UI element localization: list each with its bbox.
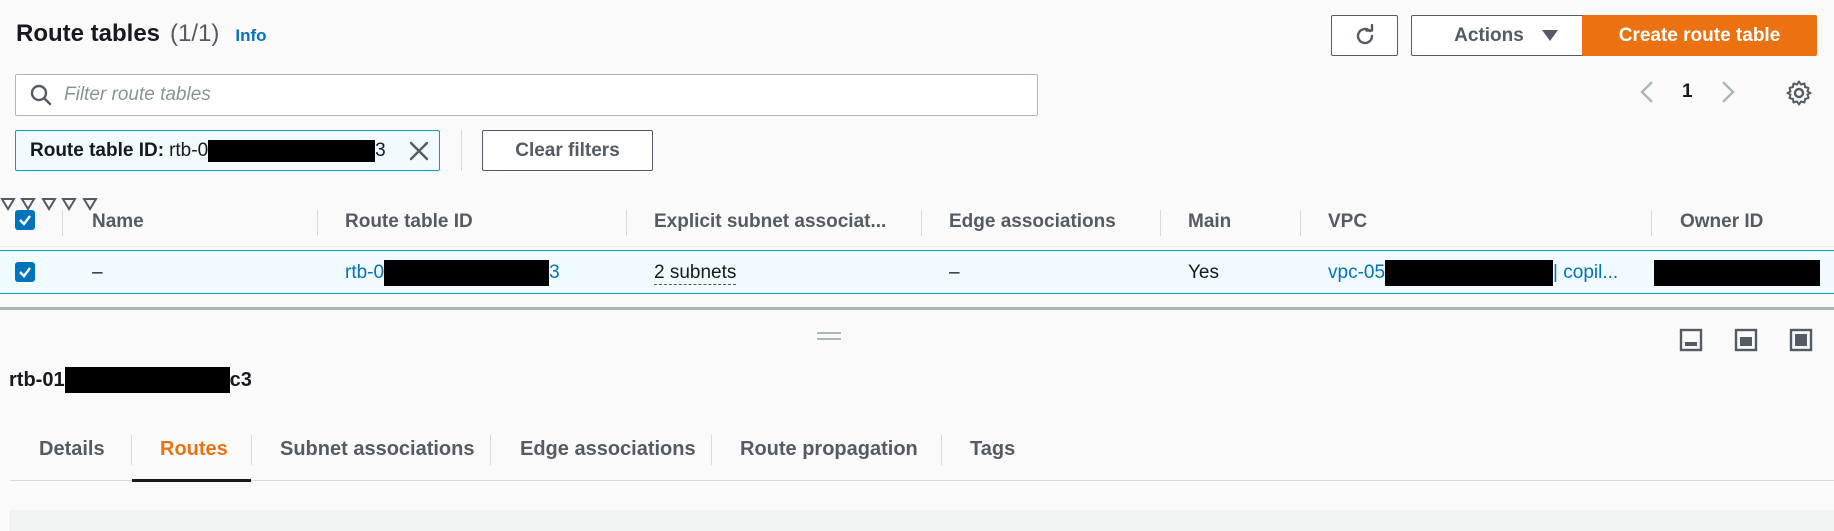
sort-icon[interactable] — [41, 197, 57, 211]
tab-tags[interactable]: Tags — [970, 417, 1015, 481]
divider — [461, 130, 462, 171]
column-divider — [317, 210, 318, 236]
redacted-block — [64, 367, 230, 393]
page-number[interactable]: 1 — [1682, 81, 1693, 103]
search-placeholder: Filter route tables — [64, 84, 211, 105]
table-row[interactable]: – rtb-0 3 2 subnets – Yes vpc-05 | copil… — [0, 250, 1834, 294]
checkmark-icon — [19, 215, 31, 226]
create-route-table-button[interactable]: Create route table — [1582, 15, 1817, 56]
row-checkbox[interactable] — [15, 262, 35, 282]
column-header-edge-associations[interactable]: Edge associations — [949, 197, 1116, 247]
tab-edge-associations[interactable]: Edge associations — [520, 417, 696, 481]
page-header: Route tables (1/1) Info — [16, 20, 267, 48]
chevron-right-icon[interactable] — [1721, 80, 1735, 104]
tab-divider — [131, 435, 132, 465]
tab-subnet-associations[interactable]: Subnet associations — [280, 417, 475, 481]
select-all-checkbox[interactable] — [15, 210, 35, 230]
cell-edge-associations: – — [949, 262, 960, 283]
close-icon[interactable] — [407, 139, 431, 163]
column-divider — [62, 210, 63, 236]
caret-down-icon — [1541, 30, 1558, 41]
panel-bottom-icon[interactable] — [1679, 328, 1703, 352]
tab-divider — [251, 435, 252, 465]
chevron-left-icon[interactable] — [1640, 80, 1654, 104]
panel-middle-icon[interactable] — [1734, 328, 1758, 352]
tab-routes[interactable]: Routes — [160, 417, 228, 481]
drag-handle-icon[interactable] — [816, 330, 842, 342]
sort-icon[interactable] — [0, 197, 16, 211]
filter-token-value-suffix: 3 — [375, 139, 386, 161]
tab-route-propagation[interactable]: Route propagation — [740, 417, 918, 481]
column-divider — [626, 210, 627, 236]
column-divider — [1651, 210, 1652, 236]
checkmark-icon — [19, 267, 31, 278]
info-link[interactable]: Info — [235, 26, 266, 46]
column-divider — [1300, 210, 1301, 236]
filter-token: Route table ID: rtb-0 3 — [15, 130, 440, 171]
routes-content-container — [10, 510, 1834, 531]
pagination: 1 — [1640, 80, 1735, 104]
search-icon — [30, 84, 52, 106]
search-input[interactable]: Filter route tables — [15, 74, 1038, 116]
column-divider — [921, 210, 922, 236]
sort-icon[interactable] — [20, 197, 37, 211]
cell-owner-id — [1654, 251, 1820, 295]
redacted-block — [1385, 260, 1554, 286]
column-header-explicit-subnet[interactable]: Explicit subnet associat... — [654, 197, 886, 247]
column-header-name[interactable]: Name — [92, 197, 144, 247]
clear-filters-button[interactable]: Clear filters — [482, 130, 653, 171]
sort-icon[interactable] — [61, 197, 78, 211]
refresh-button[interactable] — [1331, 15, 1398, 56]
cell-name: – — [92, 262, 103, 283]
tab-details[interactable]: Details — [39, 417, 105, 481]
tab-divider — [711, 435, 712, 465]
cell-main: Yes — [1188, 262, 1219, 283]
column-header-owner-id[interactable]: Owner ID — [1680, 197, 1763, 247]
active-tab-indicator — [132, 479, 251, 482]
selection-count: (1/1) — [170, 20, 220, 47]
refresh-icon — [1356, 23, 1373, 44]
column-divider — [1160, 210, 1161, 236]
split-panel: rtb-01 c3 Details Routes Subnet associat… — [0, 310, 1834, 531]
page-title: Route tables — [16, 20, 161, 47]
column-header-vpc[interactable]: VPC — [1328, 197, 1367, 247]
detail-tabs: Details Routes Subnet associations Edge … — [10, 417, 1834, 482]
cell-vpc-link[interactable]: vpc-05 | copil... — [1328, 251, 1618, 295]
panel-full-icon[interactable] — [1789, 328, 1813, 352]
column-header-main[interactable]: Main — [1188, 197, 1231, 247]
settings-gear-icon[interactable] — [1786, 80, 1812, 106]
table-header: Name Route table ID Explicit subnet asso… — [0, 197, 1834, 247]
tab-divider — [941, 435, 942, 465]
tab-divider — [490, 435, 491, 465]
filter-token-label: Route table ID: — [30, 139, 165, 161]
redacted-block — [384, 260, 550, 286]
redacted-block — [208, 139, 376, 162]
filter-token-value-prefix: rtb-0 — [169, 139, 209, 161]
detail-title: rtb-01 c3 — [9, 367, 252, 393]
cell-explicit-subnet[interactable]: 2 subnets — [654, 251, 737, 295]
redacted-block — [1654, 260, 1820, 286]
column-header-route-table-id[interactable]: Route table ID — [345, 197, 473, 247]
actions-dropdown[interactable]: Actions — [1411, 15, 1601, 56]
cell-route-table-id-link[interactable]: rtb-0 3 — [345, 251, 560, 295]
actions-label: Actions — [1454, 24, 1524, 46]
